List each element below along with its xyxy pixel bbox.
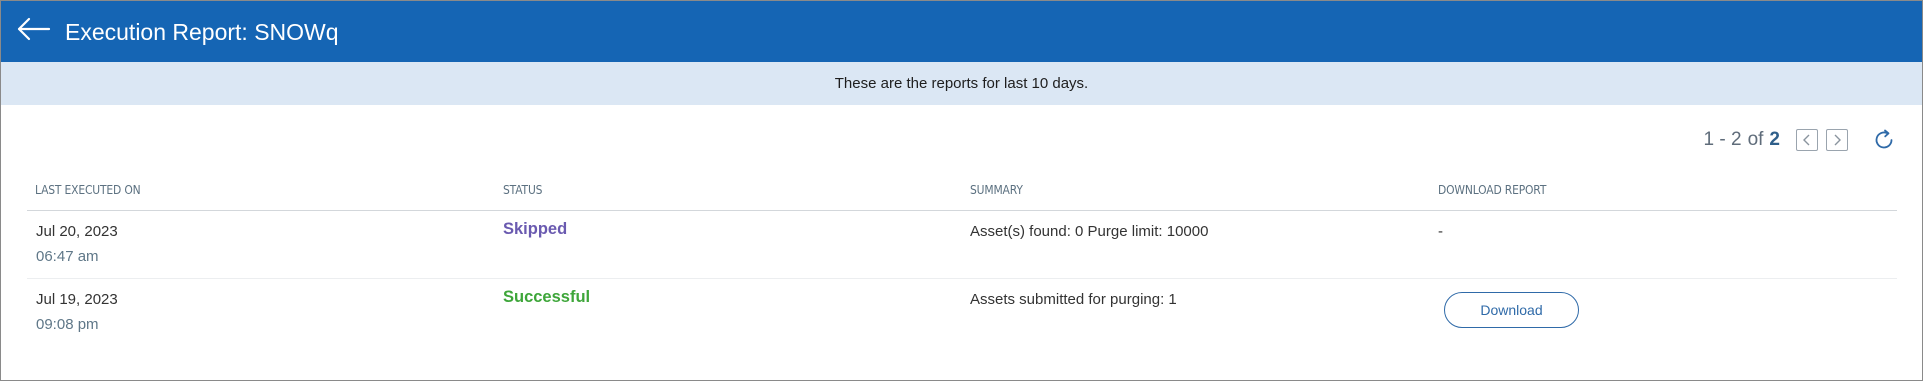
execution-time: 06:47 am <box>36 248 99 265</box>
arrow-left-icon[interactable] <box>15 14 51 44</box>
status-text: Skipped <box>503 220 568 238</box>
pagination-of-label: of <box>1747 129 1764 150</box>
summary-text: Assets submitted for purging: 1 <box>970 291 1177 308</box>
chevron-right-icon <box>1834 134 1841 146</box>
execution-date: Jul 19, 2023 <box>36 291 118 308</box>
status-text: Successful <box>503 288 591 306</box>
execution-time: 09:08 pm <box>36 316 99 333</box>
column-header-last-executed: LAST EXECUTED ON <box>35 182 141 197</box>
column-header-summary: SUMMARY <box>970 182 1023 197</box>
table-row: Jul 20, 2023 06:47 am Skipped Asset(s) f… <box>27 211 1897 279</box>
page-title: Execution Report: SNOWq <box>65 19 339 45</box>
page-header: Execution Report: SNOWq <box>1 1 1922 62</box>
chevron-left-icon <box>1803 134 1810 146</box>
table-row: Jul 19, 2023 09:08 pm Successful Assets … <box>27 279 1897 346</box>
refresh-icon[interactable] <box>1872 128 1896 152</box>
column-header-status: STATUS <box>503 182 543 197</box>
summary-text: Asset(s) found: 0 Purge limit: 10000 <box>970 223 1209 240</box>
download-unavailable: - <box>1438 223 1443 240</box>
execution-date: Jul 20, 2023 <box>36 223 118 240</box>
table-header: LAST EXECUTED ON STATUS SUMMARY DOWNLOAD… <box>27 176 1897 211</box>
pagination-range: 1 - 2 <box>1703 129 1742 150</box>
next-page-button[interactable] <box>1826 129 1848 151</box>
previous-page-button[interactable] <box>1796 129 1818 151</box>
column-header-download-report: DOWNLOAD REPORT <box>1438 182 1547 197</box>
pagination-total: 2 <box>1769 129 1780 150</box>
execution-report-window: Execution Report: SNOWq These are the re… <box>0 0 1923 381</box>
info-banner: These are the reports for last 10 days. <box>1 62 1922 105</box>
pagination: 1 - 2 of 2 <box>1704 127 1896 153</box>
download-button[interactable]: Download <box>1444 292 1579 328</box>
